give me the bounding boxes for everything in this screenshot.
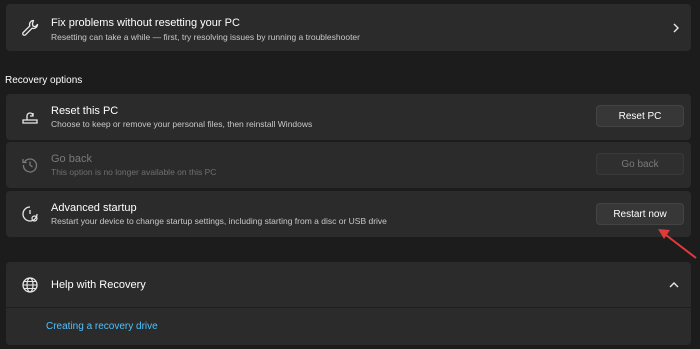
annotation-arrow-icon: [658, 229, 697, 259]
fix-problems-card[interactable]: Fix problems without resetting your PC R…: [6, 4, 691, 51]
history-icon: [20, 155, 40, 175]
go-back-title: Go back: [51, 153, 92, 165]
help-with-recovery-card[interactable]: Help with Recovery: [6, 262, 691, 345]
globe-icon: [20, 275, 40, 295]
advanced-startup-card: Advanced startup Restart your device to …: [6, 191, 691, 237]
fix-problems-title: Fix problems without resetting your PC: [51, 17, 240, 29]
go-back-card: Go back This option is no longer availab…: [6, 142, 691, 188]
advanced-startup-icon: [20, 204, 40, 224]
chevron-right-icon[interactable]: [670, 22, 682, 34]
reset-pc-subtitle: Choose to keep or remove your personal f…: [51, 119, 313, 129]
advanced-startup-title: Advanced startup: [51, 202, 137, 214]
reset-pc-icon: [20, 107, 40, 127]
recovery-options-heading: Recovery options: [5, 75, 83, 86]
advanced-startup-subtitle: Restart your device to change startup se…: [51, 216, 387, 226]
reset-pc-title: Reset this PC: [51, 105, 119, 117]
help-divider: [6, 307, 691, 308]
reset-pc-button[interactable]: Reset PC: [596, 105, 684, 127]
reset-pc-card: Reset this PC Choose to keep or remove y…: [6, 94, 691, 140]
go-back-button: Go back: [596, 153, 684, 175]
go-back-subtitle: This option is no longer available on th…: [51, 167, 217, 177]
help-with-recovery-title: Help with Recovery: [51, 279, 146, 291]
fix-problems-subtitle: Resetting can take a while — first, try …: [51, 32, 360, 42]
creating-recovery-drive-link[interactable]: Creating a recovery drive: [46, 321, 158, 332]
chevron-up-icon[interactable]: [668, 279, 680, 291]
wrench-icon: [20, 18, 40, 38]
